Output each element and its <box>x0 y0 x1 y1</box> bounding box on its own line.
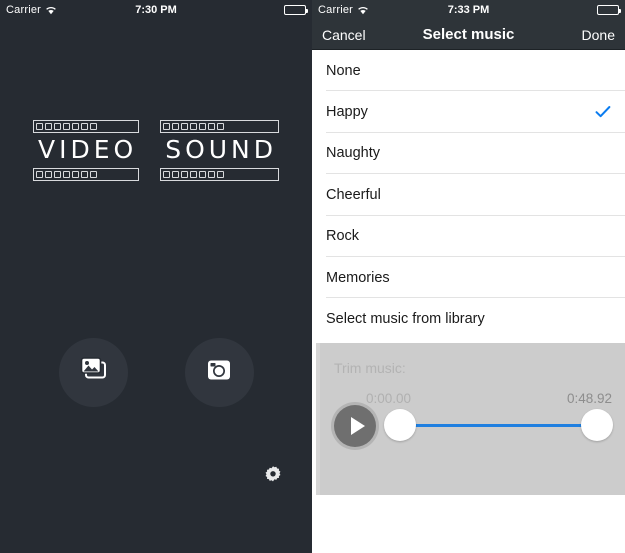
music-option-label: Cheerful <box>326 186 381 203</box>
checkmark-icon <box>595 105 611 119</box>
music-option-label: Naughty <box>326 145 381 162</box>
slider-thumb-end[interactable] <box>581 409 613 441</box>
gear-icon <box>263 465 283 490</box>
navigation-bar: Cancel Select music Done <box>312 20 625 50</box>
right-select-music-screen: Carrier 7:33 PM Cancel Select music Done… <box>312 0 625 553</box>
battery-icon <box>284 5 308 15</box>
photo-library-icon <box>78 356 108 389</box>
trim-range-slider[interactable] <box>384 409 613 443</box>
camera-icon <box>205 356 233 389</box>
left-status-bar: Carrier 7:30 PM <box>0 0 312 20</box>
music-options-list: None Happy Naughty Cheerful Rock Memorie… <box>312 50 625 340</box>
settings-button[interactable] <box>262 465 284 490</box>
music-option-label: None <box>326 62 361 79</box>
film-sprockets-top <box>33 120 140 133</box>
status-bar-right-group <box>284 5 308 15</box>
film-sprockets-bottom <box>33 168 140 181</box>
music-option-label: Rock <box>326 228 360 245</box>
right-status-bar: Carrier 7:33 PM <box>312 0 625 20</box>
list-item-select-from-library[interactable]: Select music from library <box>312 298 625 340</box>
left-app-home-screen: Carrier 7:30 PM VIDEO SOUND <box>0 0 312 553</box>
choose-from-library-button[interactable] <box>58 338 128 407</box>
logo-text-sound: SOUND <box>165 135 277 164</box>
list-item[interactable]: Happy <box>312 91 625 133</box>
list-item[interactable]: Naughty <box>312 132 625 175</box>
trim-music-panel: Trim music: 0:00.00 0:48.92 <box>316 343 625 495</box>
slider-track <box>400 424 597 427</box>
take-photo-camera-button[interactable] <box>184 338 254 407</box>
film-sprockets-top <box>160 120 279 133</box>
dual-screenshot-composite: Carrier 7:30 PM VIDEO SOUND Carrier 7:33… <box>0 0 625 553</box>
wifi-icon <box>45 5 57 15</box>
slider-thumb-start[interactable] <box>384 409 416 441</box>
carrier-label: Carrier <box>6 4 42 16</box>
wifi-icon <box>357 5 369 15</box>
status-bar-left-group: Carrier <box>318 4 369 16</box>
music-option-label: Happy <box>326 104 368 121</box>
logo-word-sound: SOUND <box>160 120 279 181</box>
trim-music-label: Trim music: <box>334 360 406 376</box>
done-button[interactable]: Done <box>582 27 615 43</box>
primary-action-buttons <box>0 338 312 407</box>
play-icon <box>350 417 365 435</box>
music-option-label: Memories <box>326 269 390 286</box>
status-bar-left-group: Carrier <box>6 4 57 16</box>
film-sprockets-bottom <box>160 168 279 181</box>
list-item[interactable]: Memories <box>312 256 625 299</box>
carrier-label: Carrier <box>318 4 354 16</box>
play-button[interactable] <box>334 405 376 447</box>
list-item[interactable]: None <box>312 50 625 92</box>
cancel-button[interactable]: Cancel <box>322 27 366 43</box>
music-option-label: Select music from library <box>326 311 485 328</box>
logo-word-video: VIDEO <box>33 120 140 181</box>
app-logo: VIDEO SOUND <box>0 120 312 181</box>
status-bar-right-group <box>597 5 621 15</box>
battery-icon <box>597 5 621 15</box>
list-item[interactable]: Cheerful <box>312 174 625 216</box>
logo-text-video: VIDEO <box>38 135 138 164</box>
trim-end-time: 0:48.92 <box>566 391 612 406</box>
list-item[interactable]: Rock <box>312 215 625 257</box>
trim-start-time: 0:00.00 <box>366 391 412 406</box>
